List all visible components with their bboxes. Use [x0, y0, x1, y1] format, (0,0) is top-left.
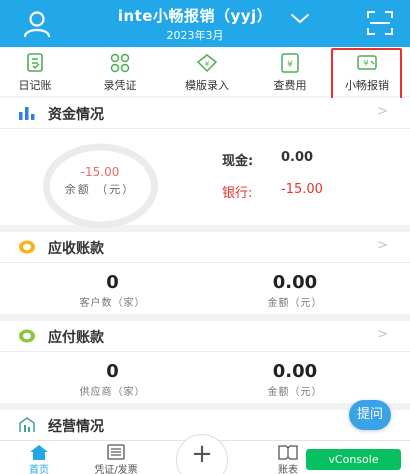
- template-entry-icon: ¥: [196, 54, 218, 73]
- cash-value: 0.00: [281, 150, 314, 165]
- svg-text:¥: ¥: [287, 60, 293, 70]
- payable-amount-label: 金额（元）: [267, 387, 323, 398]
- receivable-coin-icon: [19, 240, 35, 254]
- nav-item-home[interactable]: 首页: [10, 441, 68, 474]
- building-icon: [19, 417, 35, 432]
- supplier-count-label: 供应商（家）: [79, 387, 146, 398]
- voucher-invoice-icon: [107, 444, 125, 460]
- funds-divider: [0, 128, 410, 129]
- add-button[interactable]: +: [176, 434, 228, 474]
- funds-card-header[interactable]: 资金情况 >: [0, 98, 410, 128]
- customer-count-label: 客户数（家）: [79, 298, 146, 309]
- balance-label: 余额 （元）: [64, 183, 136, 196]
- journal-icon: [27, 53, 43, 72]
- account-title[interactable]: inte小畅报销（yyj）: [90, 5, 300, 26]
- chevron-right-icon[interactable]: >: [377, 238, 388, 253]
- payable-amount: 0.00: [272, 361, 318, 382]
- toolbar-item-expense-query[interactable]: ¥ 查费用: [255, 47, 325, 96]
- home-icon: [30, 445, 48, 460]
- payable-card-header[interactable]: 应付账款 >: [0, 321, 410, 351]
- report-book-icon: [278, 445, 298, 460]
- payable-card[interactable]: 应付账款 > 0 供应商（家） 0.00 金额（元）: [0, 321, 410, 403]
- ask-question-button[interactable]: 提问: [349, 400, 391, 430]
- receivable-title: 应收账款: [48, 241, 104, 257]
- funds-card[interactable]: 资金情况 > -15.00 余额 （元） 现金: 0.00 银行: -15.00: [0, 98, 410, 229]
- vconsole-button[interactable]: vConsole: [306, 449, 401, 470]
- receivable-amount-label: 金额（元）: [267, 298, 323, 309]
- payable-title: 应付账款: [48, 330, 104, 346]
- balance-value: -15.00: [80, 165, 120, 179]
- reimbursement-highlight-box: [331, 48, 402, 100]
- payable-divider: [0, 351, 410, 352]
- plus-icon: +: [191, 439, 213, 469]
- bar-chart-icon: [19, 107, 35, 120]
- bank-label: 银行:: [222, 186, 253, 201]
- toolbar-item-journal[interactable]: 日记账: [0, 47, 70, 96]
- account-period[interactable]: 2023年3月: [90, 27, 300, 43]
- toolbar-item-voucher-entry[interactable]: 录凭证: [85, 47, 155, 96]
- chevron-right-icon[interactable]: >: [377, 327, 388, 342]
- nav-item-voucher-invoice[interactable]: 凭证/发票: [82, 441, 150, 474]
- funds-title: 资金情况: [48, 107, 104, 123]
- payable-coin-icon: [19, 329, 35, 343]
- chevron-right-icon[interactable]: >: [377, 104, 388, 119]
- expense-query-icon: ¥: [281, 53, 299, 73]
- chevron-down-icon[interactable]: [290, 12, 310, 26]
- operations-title: 经营情况: [48, 419, 104, 435]
- user-icon[interactable]: [22, 9, 52, 37]
- toolbar-item-template-entry[interactable]: ¥ 模版录入: [167, 47, 247, 96]
- scan-icon[interactable]: [367, 11, 393, 35]
- receivable-card[interactable]: 应收账款 > 0 客户数（家） 0.00 金额（元）: [0, 232, 410, 314]
- app-header: inte小畅报销（yyj） 2023年3月: [0, 0, 410, 47]
- voucher-entry-icon: [110, 53, 130, 73]
- receivable-card-header[interactable]: 应收账款 >: [0, 232, 410, 262]
- cash-label: 现金:: [222, 154, 254, 169]
- receivable-divider: [0, 262, 410, 263]
- svg-text:¥: ¥: [205, 60, 210, 68]
- customer-count: 0: [106, 272, 119, 293]
- nav-item-reports[interactable]: 账表: [266, 441, 310, 474]
- supplier-count: 0: [106, 361, 119, 382]
- receivable-amount: 0.00: [272, 272, 318, 293]
- bank-value: -15.00: [281, 182, 323, 197]
